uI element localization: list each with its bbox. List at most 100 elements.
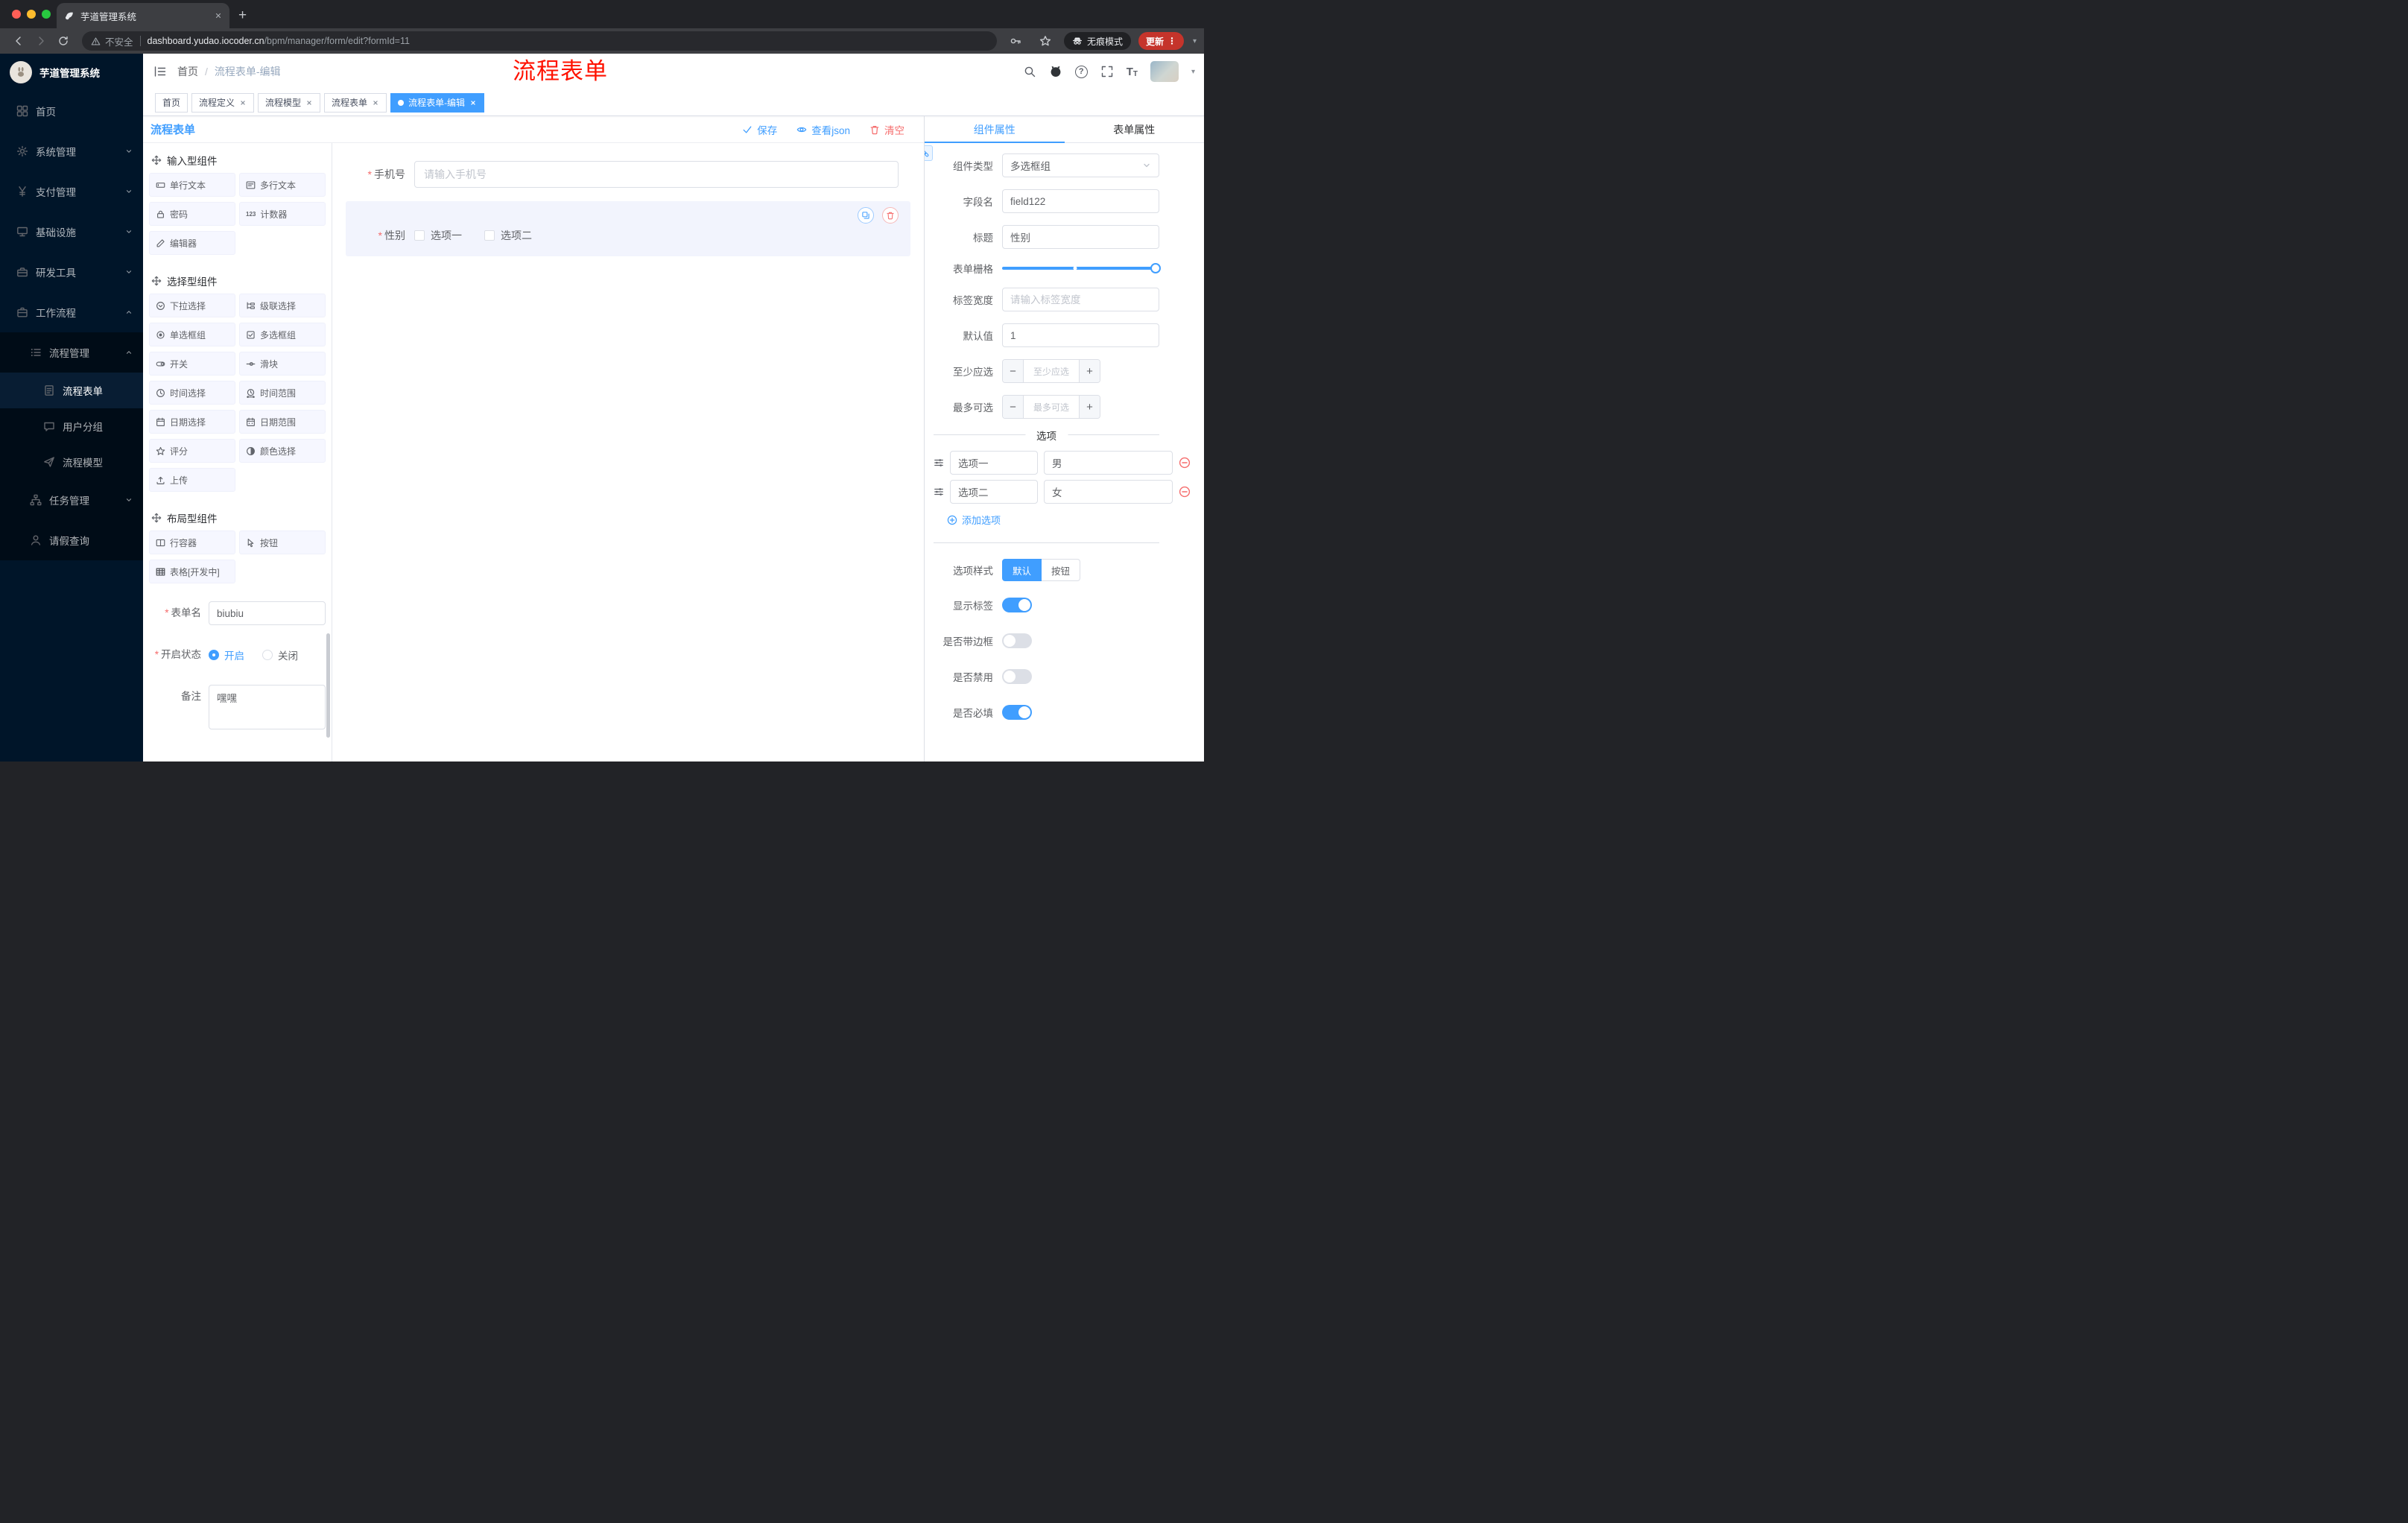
- tag-process-form[interactable]: 流程表单: [324, 92, 387, 113]
- palette-item-slider[interactable]: 滑块: [239, 352, 326, 376]
- sidebar-item-process-model[interactable]: 流程模型: [0, 444, 143, 480]
- component-type-select[interactable]: 多选框组: [1002, 153, 1159, 177]
- password-key-icon[interactable]: [1004, 31, 1027, 51]
- phone-input[interactable]: [414, 161, 899, 188]
- bookmark-star-icon[interactable]: [1034, 31, 1056, 51]
- breadcrumb-home[interactable]: 首页: [177, 64, 198, 79]
- security-label[interactable]: 不安全: [105, 34, 133, 48]
- palette-item-multi-line-text[interactable]: 多行文本: [239, 173, 326, 197]
- palette-item-rate[interactable]: 评分: [149, 439, 235, 463]
- sidebar-item-home[interactable]: 首页: [0, 91, 143, 131]
- palette-item-radio-group[interactable]: 单选框组: [149, 323, 235, 346]
- copy-component-icon[interactable]: [858, 207, 874, 224]
- max-select-placeholder[interactable]: 最多可选: [1024, 396, 1079, 418]
- palette-item-switch[interactable]: 开关: [149, 352, 235, 376]
- back-icon[interactable]: [7, 31, 30, 51]
- tag-process-form-edit[interactable]: 流程表单-编辑: [390, 92, 485, 113]
- palette-item-counter[interactable]: 123 计数器: [239, 202, 326, 226]
- drag-handle-icon[interactable]: [934, 487, 944, 497]
- decrease-icon[interactable]: −: [1003, 396, 1024, 418]
- sidebar-item-dev-tools[interactable]: 研发工具: [0, 252, 143, 292]
- add-option-button[interactable]: 添加选项: [947, 513, 1001, 527]
- hamburger-icon[interactable]: [143, 65, 177, 78]
- field-name-input[interactable]: [1002, 189, 1159, 213]
- font-size-icon[interactable]: TT: [1127, 66, 1138, 78]
- option-label-input[interactable]: [950, 451, 1038, 475]
- github-icon[interactable]: [1049, 65, 1062, 78]
- slider-handle[interactable]: [1150, 263, 1161, 273]
- tag-process-definition[interactable]: 流程定义: [191, 92, 255, 113]
- update-button[interactable]: 更新 ⋮: [1138, 32, 1184, 50]
- radio-enabled[interactable]: 开启: [209, 647, 244, 662]
- remove-option-icon[interactable]: [1179, 486, 1191, 498]
- palette-item-select[interactable]: 下拉选择: [149, 294, 235, 317]
- palette-item-upload[interactable]: 上传: [149, 468, 235, 492]
- canvas-field-phone[interactable]: * 手机号: [346, 152, 910, 195]
- min-select-placeholder[interactable]: 至少应选: [1024, 360, 1079, 382]
- palette-item-editor[interactable]: 编辑器: [149, 231, 235, 255]
- search-icon[interactable]: [1023, 65, 1036, 78]
- sidebar-item-infrastructure[interactable]: 基础设施: [0, 212, 143, 252]
- forward-icon[interactable]: [30, 31, 52, 51]
- gender-checkbox-option1[interactable]: 选项一: [414, 228, 462, 243]
- avatar-caret-icon[interactable]: ▾: [1191, 68, 1195, 76]
- sidebar-item-leave-query[interactable]: 请假查询: [0, 520, 143, 560]
- window-zoom-button[interactable]: [42, 10, 51, 19]
- decrease-icon[interactable]: −: [1003, 360, 1024, 382]
- new-tab-button[interactable]: +: [238, 8, 247, 22]
- reload-icon[interactable]: [52, 31, 75, 51]
- window-close-button[interactable]: [12, 10, 21, 19]
- tag-close-icon[interactable]: [239, 99, 247, 107]
- delete-component-icon[interactable]: [882, 207, 899, 224]
- form-name-input[interactable]: [209, 601, 326, 625]
- form-remark-textarea[interactable]: 嘿嘿: [209, 685, 326, 729]
- palette-item-single-line-text[interactable]: 单行文本: [149, 173, 235, 197]
- tab-close-icon[interactable]: [215, 12, 222, 19]
- palette-item-time-range[interactable]: 时间范围: [239, 381, 326, 405]
- title-input[interactable]: [1002, 225, 1159, 249]
- default-value-input[interactable]: [1002, 323, 1159, 347]
- palette-item-row-container[interactable]: 行容器: [149, 531, 235, 554]
- option-value-input[interactable]: [1044, 480, 1173, 504]
- remove-option-icon[interactable]: [1179, 457, 1191, 469]
- palette-item-color-picker[interactable]: 颜色选择: [239, 439, 326, 463]
- link-icon[interactable]: [925, 145, 933, 161]
- tab-component-props[interactable]: 组件属性: [925, 116, 1065, 143]
- tag-close-icon[interactable]: [469, 99, 477, 107]
- grid-slider[interactable]: [1002, 263, 1161, 273]
- sidebar-item-user-group[interactable]: 用户分组: [0, 408, 143, 444]
- palette-item-date-range[interactable]: 日期范围: [239, 410, 326, 434]
- increase-icon[interactable]: +: [1079, 360, 1100, 382]
- radio-disabled[interactable]: 关闭: [262, 647, 298, 662]
- increase-icon[interactable]: +: [1079, 396, 1100, 418]
- palette-item-cascader[interactable]: 级联选择: [239, 294, 326, 317]
- fullscreen-icon[interactable]: [1100, 65, 1114, 78]
- sidebar-item-payment[interactable]: 支付管理: [0, 171, 143, 212]
- option-value-input[interactable]: [1044, 451, 1173, 475]
- view-json-button[interactable]: 查看json: [796, 122, 850, 137]
- clear-button[interactable]: 清空: [869, 122, 904, 137]
- show-label-toggle[interactable]: [1002, 598, 1032, 612]
- sidebar-item-process-form[interactable]: 流程表单: [0, 373, 143, 408]
- tag-home[interactable]: 首页: [155, 92, 188, 113]
- save-button[interactable]: 保存: [742, 122, 777, 137]
- profile-caret-icon[interactable]: ▾: [1193, 37, 1197, 45]
- help-icon[interactable]: ?: [1074, 65, 1088, 78]
- palette-scrollbar[interactable]: [326, 633, 330, 738]
- tag-close-icon[interactable]: [372, 99, 379, 107]
- sidebar-item-task-management[interactable]: 任务管理: [0, 480, 143, 520]
- sidebar-item-system[interactable]: 系统管理: [0, 131, 143, 171]
- style-default-button[interactable]: 默认: [1002, 559, 1042, 581]
- gender-checkbox-option2[interactable]: 选项二: [484, 228, 532, 243]
- palette-item-button[interactable]: 按钮: [239, 531, 326, 554]
- required-toggle[interactable]: [1002, 705, 1032, 720]
- browser-tab[interactable]: 芋道管理系统: [57, 3, 229, 28]
- sidebar-item-workflow[interactable]: 工作流程: [0, 292, 143, 332]
- drag-handle-icon[interactable]: [934, 457, 944, 468]
- option-label-input[interactable]: [950, 480, 1038, 504]
- label-width-input[interactable]: [1002, 288, 1159, 311]
- style-button-button[interactable]: 按钮: [1042, 559, 1081, 581]
- tag-close-icon[interactable]: [305, 99, 313, 107]
- user-avatar[interactable]: [1150, 61, 1179, 82]
- palette-item-checkbox-group[interactable]: 多选框组: [239, 323, 326, 346]
